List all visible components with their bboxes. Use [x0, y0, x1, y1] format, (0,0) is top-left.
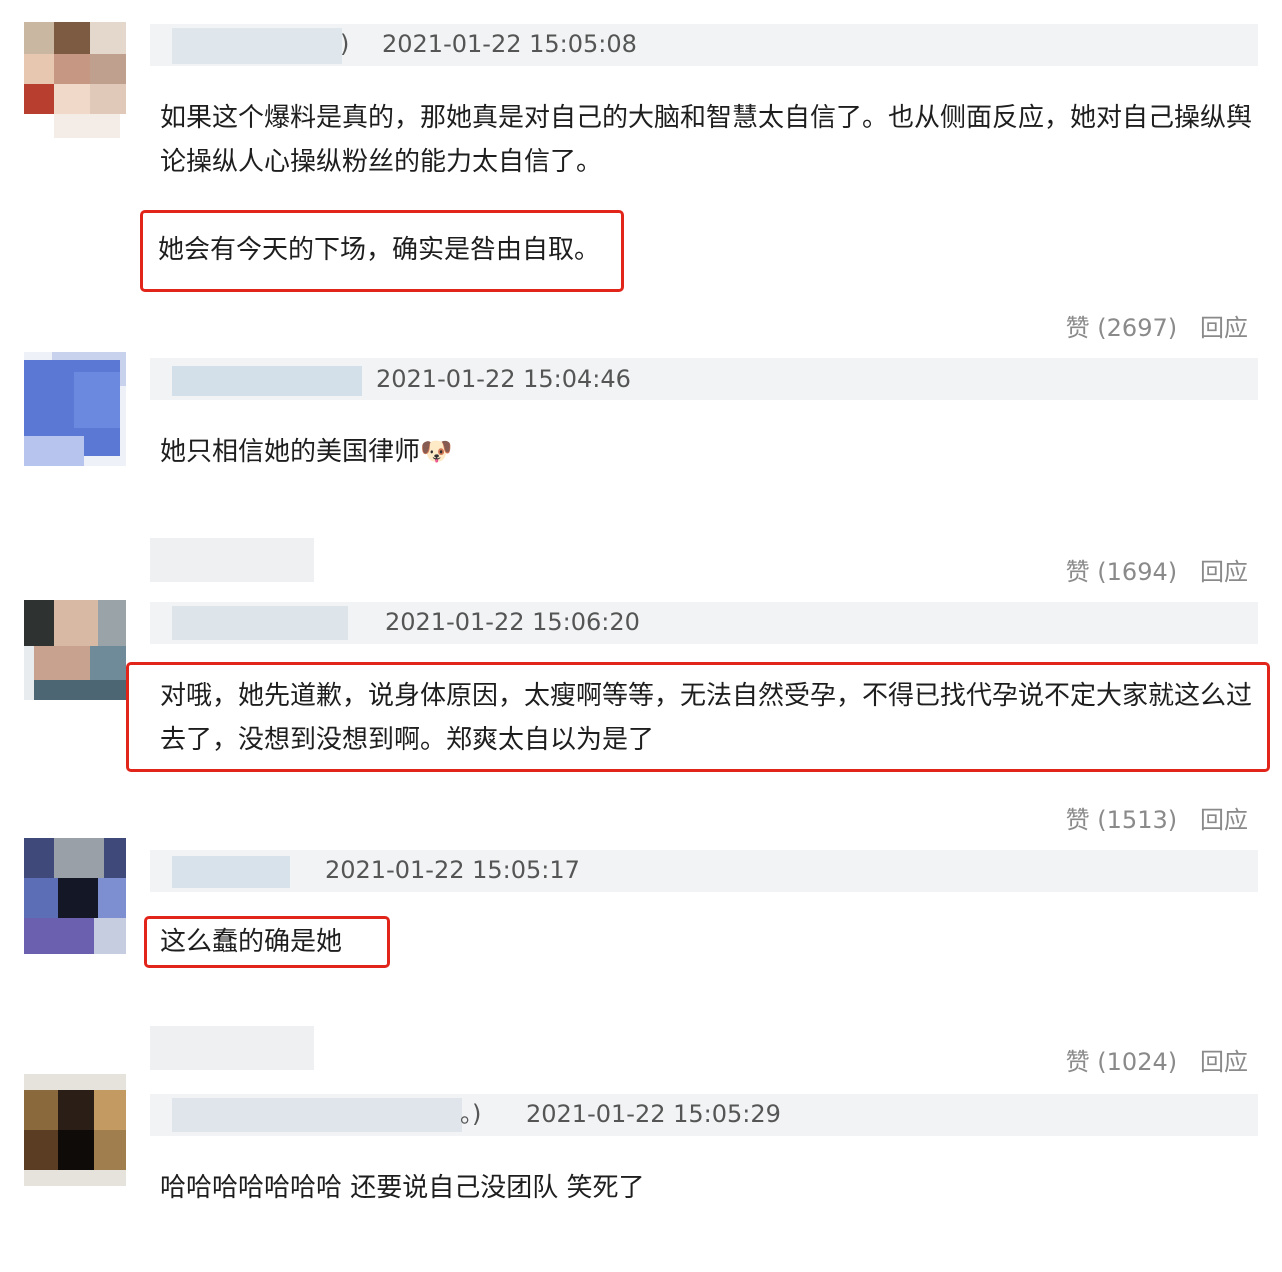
comment-text-highlighted: 对哦，她先道歉，说身体原因，太瘦啊等等，无法自然受孕，不得已找代孕说不定大家就这… — [160, 681, 1253, 755]
comment-timestamp: 2021-01-22 15:06:20 — [385, 608, 640, 636]
avatar[interactable] — [24, 22, 126, 138]
comment-text-highlighted: 这么蠢的确是她 — [160, 927, 343, 957]
comment-actions: 赞 (1024) 回应 — [1066, 1042, 1248, 1077]
comment-text-highlighted: 她会有今天的下场，确实是咎由自取。 — [158, 235, 601, 265]
reply-button[interactable]: 回应 — [1200, 806, 1248, 834]
username-suffix: 。) — [460, 1100, 482, 1128]
like-button[interactable]: 赞 (1513) — [1066, 806, 1177, 834]
comment-timestamp: 2021-01-22 15:04:46 — [376, 365, 631, 393]
reply-button[interactable]: 回应 — [1200, 314, 1248, 342]
username-blurred[interactable] — [172, 856, 290, 888]
avatar[interactable] — [24, 600, 126, 700]
avatar[interactable] — [24, 838, 126, 954]
username-suffix: ) — [340, 30, 350, 58]
like-button[interactable]: 赞 (1694) — [1066, 558, 1177, 586]
avatar[interactable] — [24, 1074, 126, 1186]
comment-text: 哈哈哈哈哈哈哈 还要说自己没团队 笑死了 — [160, 1173, 645, 1203]
comment-actions: 赞 (1513) 回应 — [1066, 800, 1248, 835]
username-blurred[interactable] — [172, 28, 342, 64]
username-blurred[interactable] — [150, 1026, 314, 1070]
comment-actions: 赞 (2697) 回应 — [1066, 308, 1248, 343]
comment-meta-bar — [150, 850, 1258, 892]
avatar[interactable] — [24, 352, 126, 466]
comment-text-body: 她只相信她的美国律师 — [160, 437, 421, 467]
comment-actions: 赞 (1694) 回应 — [1066, 552, 1248, 587]
username-blurred[interactable] — [172, 606, 348, 640]
reply-button[interactable]: 回应 — [1200, 558, 1248, 586]
comment-timestamp: 2021-01-22 15:05:17 — [325, 856, 580, 884]
username-blurred[interactable] — [150, 538, 314, 582]
username-blurred[interactable] — [172, 366, 362, 396]
dog-emoji-icon: 🐶 — [420, 437, 453, 467]
comment-timestamp: 2021-01-22 15:05:29 — [526, 1100, 781, 1128]
comment-text: 她只相信她的美国律师🐶 — [160, 430, 452, 474]
like-button[interactable]: 赞 (2697) — [1066, 314, 1177, 342]
comment-timestamp: 2021-01-22 15:05:08 — [382, 30, 637, 58]
username-blurred[interactable] — [172, 1098, 462, 1132]
like-button[interactable]: 赞 (1024) — [1066, 1048, 1177, 1076]
comment-text: 如果这个爆料是真的，那她真是对自己的大脑和智慧太自信了。也从侧面反应，她对自己操… — [160, 103, 1253, 177]
reply-button[interactable]: 回应 — [1200, 1048, 1248, 1076]
